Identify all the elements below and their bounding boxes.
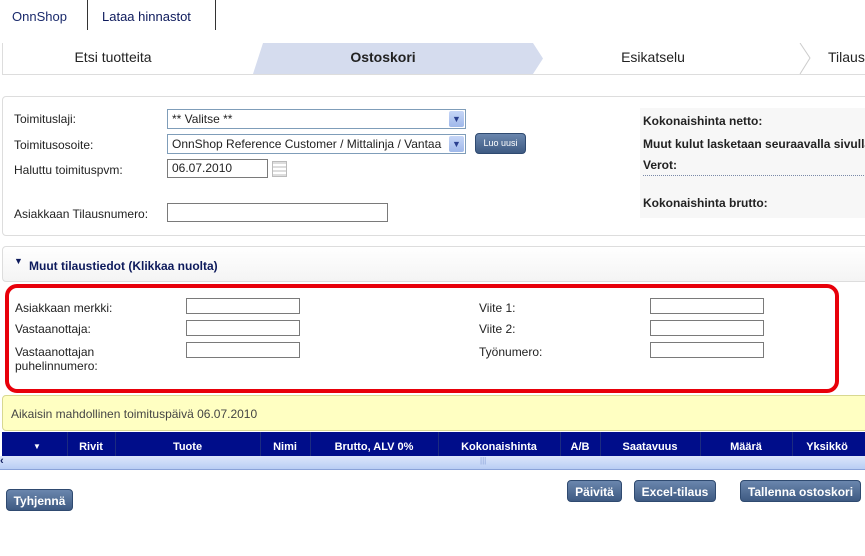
save-cart-button[interactable]: Tallenna ostoskori xyxy=(740,480,861,502)
sort-arrow-icon[interactable]: ▼ xyxy=(22,432,52,456)
order-number-label: Asiakkaan Tilausnumero: xyxy=(14,207,149,221)
chevron-down-icon: ▼ xyxy=(449,136,464,152)
other-costs-note: Muut kulut lasketaan seuraavalla sivulla xyxy=(643,137,865,151)
column-header[interactable]: Saatavuus xyxy=(600,432,700,456)
column-header[interactable]: Määrä xyxy=(700,432,792,456)
tab-divider xyxy=(87,0,88,30)
recipient-phone-input[interactable] xyxy=(186,342,300,358)
new-address-button[interactable]: Luo uusi xyxy=(475,133,526,154)
delivery-date-label: Haluttu toimituspvm: xyxy=(14,163,123,177)
other-info-header: ▼ Muut tilaustiedot (Klikkaa nuolta) xyxy=(2,246,865,282)
net-total-label: Kokonaishinta netto: xyxy=(643,114,763,128)
step-ostoskori[interactable]: Ostoskori xyxy=(293,43,473,74)
field-label: Viite 1: xyxy=(479,301,516,315)
chevron-down-icon: ▼ xyxy=(449,111,464,127)
other-info-toggle[interactable]: Muut tilaustiedot (Klikkaa nuolta) xyxy=(29,259,218,273)
step-separator-icon xyxy=(799,43,811,74)
gross-total-label: Kokonaishinta brutto: xyxy=(643,196,768,210)
cart-table-header: ▼ Rivit Tuote Nimi Brutto, ALV 0% Kokona… xyxy=(2,432,865,456)
delivery-notice: Aikaisin mahdollinen toimituspäivä 06.07… xyxy=(2,395,865,431)
reference-1-input[interactable] xyxy=(650,298,764,314)
recipient-input[interactable] xyxy=(186,320,300,336)
excel-order-button[interactable]: Excel-tilaus xyxy=(634,480,716,502)
column-header[interactable]: Yksikkö xyxy=(792,432,862,456)
update-button[interactable]: Päivitä xyxy=(567,480,622,502)
delivery-date-input[interactable]: 06.07.2010 xyxy=(167,159,268,178)
scroll-left-icon[interactable]: ‹ xyxy=(0,455,4,467)
order-number-input[interactable] xyxy=(167,203,388,222)
scroll-thumb-grip[interactable]: ||| xyxy=(480,456,486,465)
delivery-address-select[interactable]: OnnShop Reference Customer / Mittalinja … xyxy=(167,134,466,154)
triangle-down-icon[interactable]: ▼ xyxy=(14,256,23,266)
tab-onnshop[interactable]: OnnShop xyxy=(0,0,79,30)
price-summary: Kokonaishinta netto: Muut kulut lasketaa… xyxy=(640,108,865,218)
field-label: Vastaanottajan puhelinnumero: xyxy=(15,345,98,373)
column-header[interactable]: Nimi xyxy=(260,432,310,456)
calendar-icon[interactable] xyxy=(272,161,287,177)
checkout-steps: Etsi tuotteita Ostoskori Esikatselu Tila… xyxy=(2,43,865,75)
field-label: Asiakkaan merkki: xyxy=(15,301,113,315)
delivery-type-select[interactable]: ** Valitse ** ▼ xyxy=(167,109,466,129)
column-header[interactable]: Brutto, ALV 0% xyxy=(310,432,438,456)
field-label: Viite 2: xyxy=(479,322,516,336)
customer-mark-input[interactable] xyxy=(186,298,300,314)
column-header[interactable]: Kokonaishinta xyxy=(438,432,560,456)
delivery-address-value: OnnShop Reference Customer / Mittalinja … xyxy=(172,137,442,151)
column-header[interactable]: Rivit xyxy=(67,432,115,456)
step-etsi-tuotteita[interactable]: Etsi tuotteita xyxy=(23,43,203,74)
reference-2-input[interactable] xyxy=(650,320,764,336)
delivery-type-label: Toimituslaji: xyxy=(14,112,77,126)
job-number-input[interactable] xyxy=(650,342,764,358)
step-esikatselu[interactable]: Esikatselu xyxy=(563,43,743,74)
column-header[interactable]: A/B xyxy=(560,432,600,456)
taxes-label: Verot: xyxy=(643,158,678,172)
delivery-address-label: Toimitusosoite: xyxy=(14,138,94,152)
field-label: Työnumero: xyxy=(479,345,543,359)
clear-button[interactable]: Tyhjennä xyxy=(6,489,73,511)
notice-text: Aikaisin mahdollinen toimituspäivä 06.07… xyxy=(11,407,258,421)
horizontal-scrollbar[interactable]: ‹ ||| xyxy=(0,455,865,470)
summary-divider xyxy=(643,175,865,176)
column-header[interactable]: Tuote xyxy=(115,432,260,456)
delivery-type-value: ** Valitse ** xyxy=(172,112,233,126)
step-tilaus[interactable]: Tilaus xyxy=(828,43,865,74)
tab-lataa-hinnastot[interactable]: Lataa hinnastot xyxy=(90,0,216,30)
field-label: Vastaanottaja: xyxy=(15,322,91,336)
